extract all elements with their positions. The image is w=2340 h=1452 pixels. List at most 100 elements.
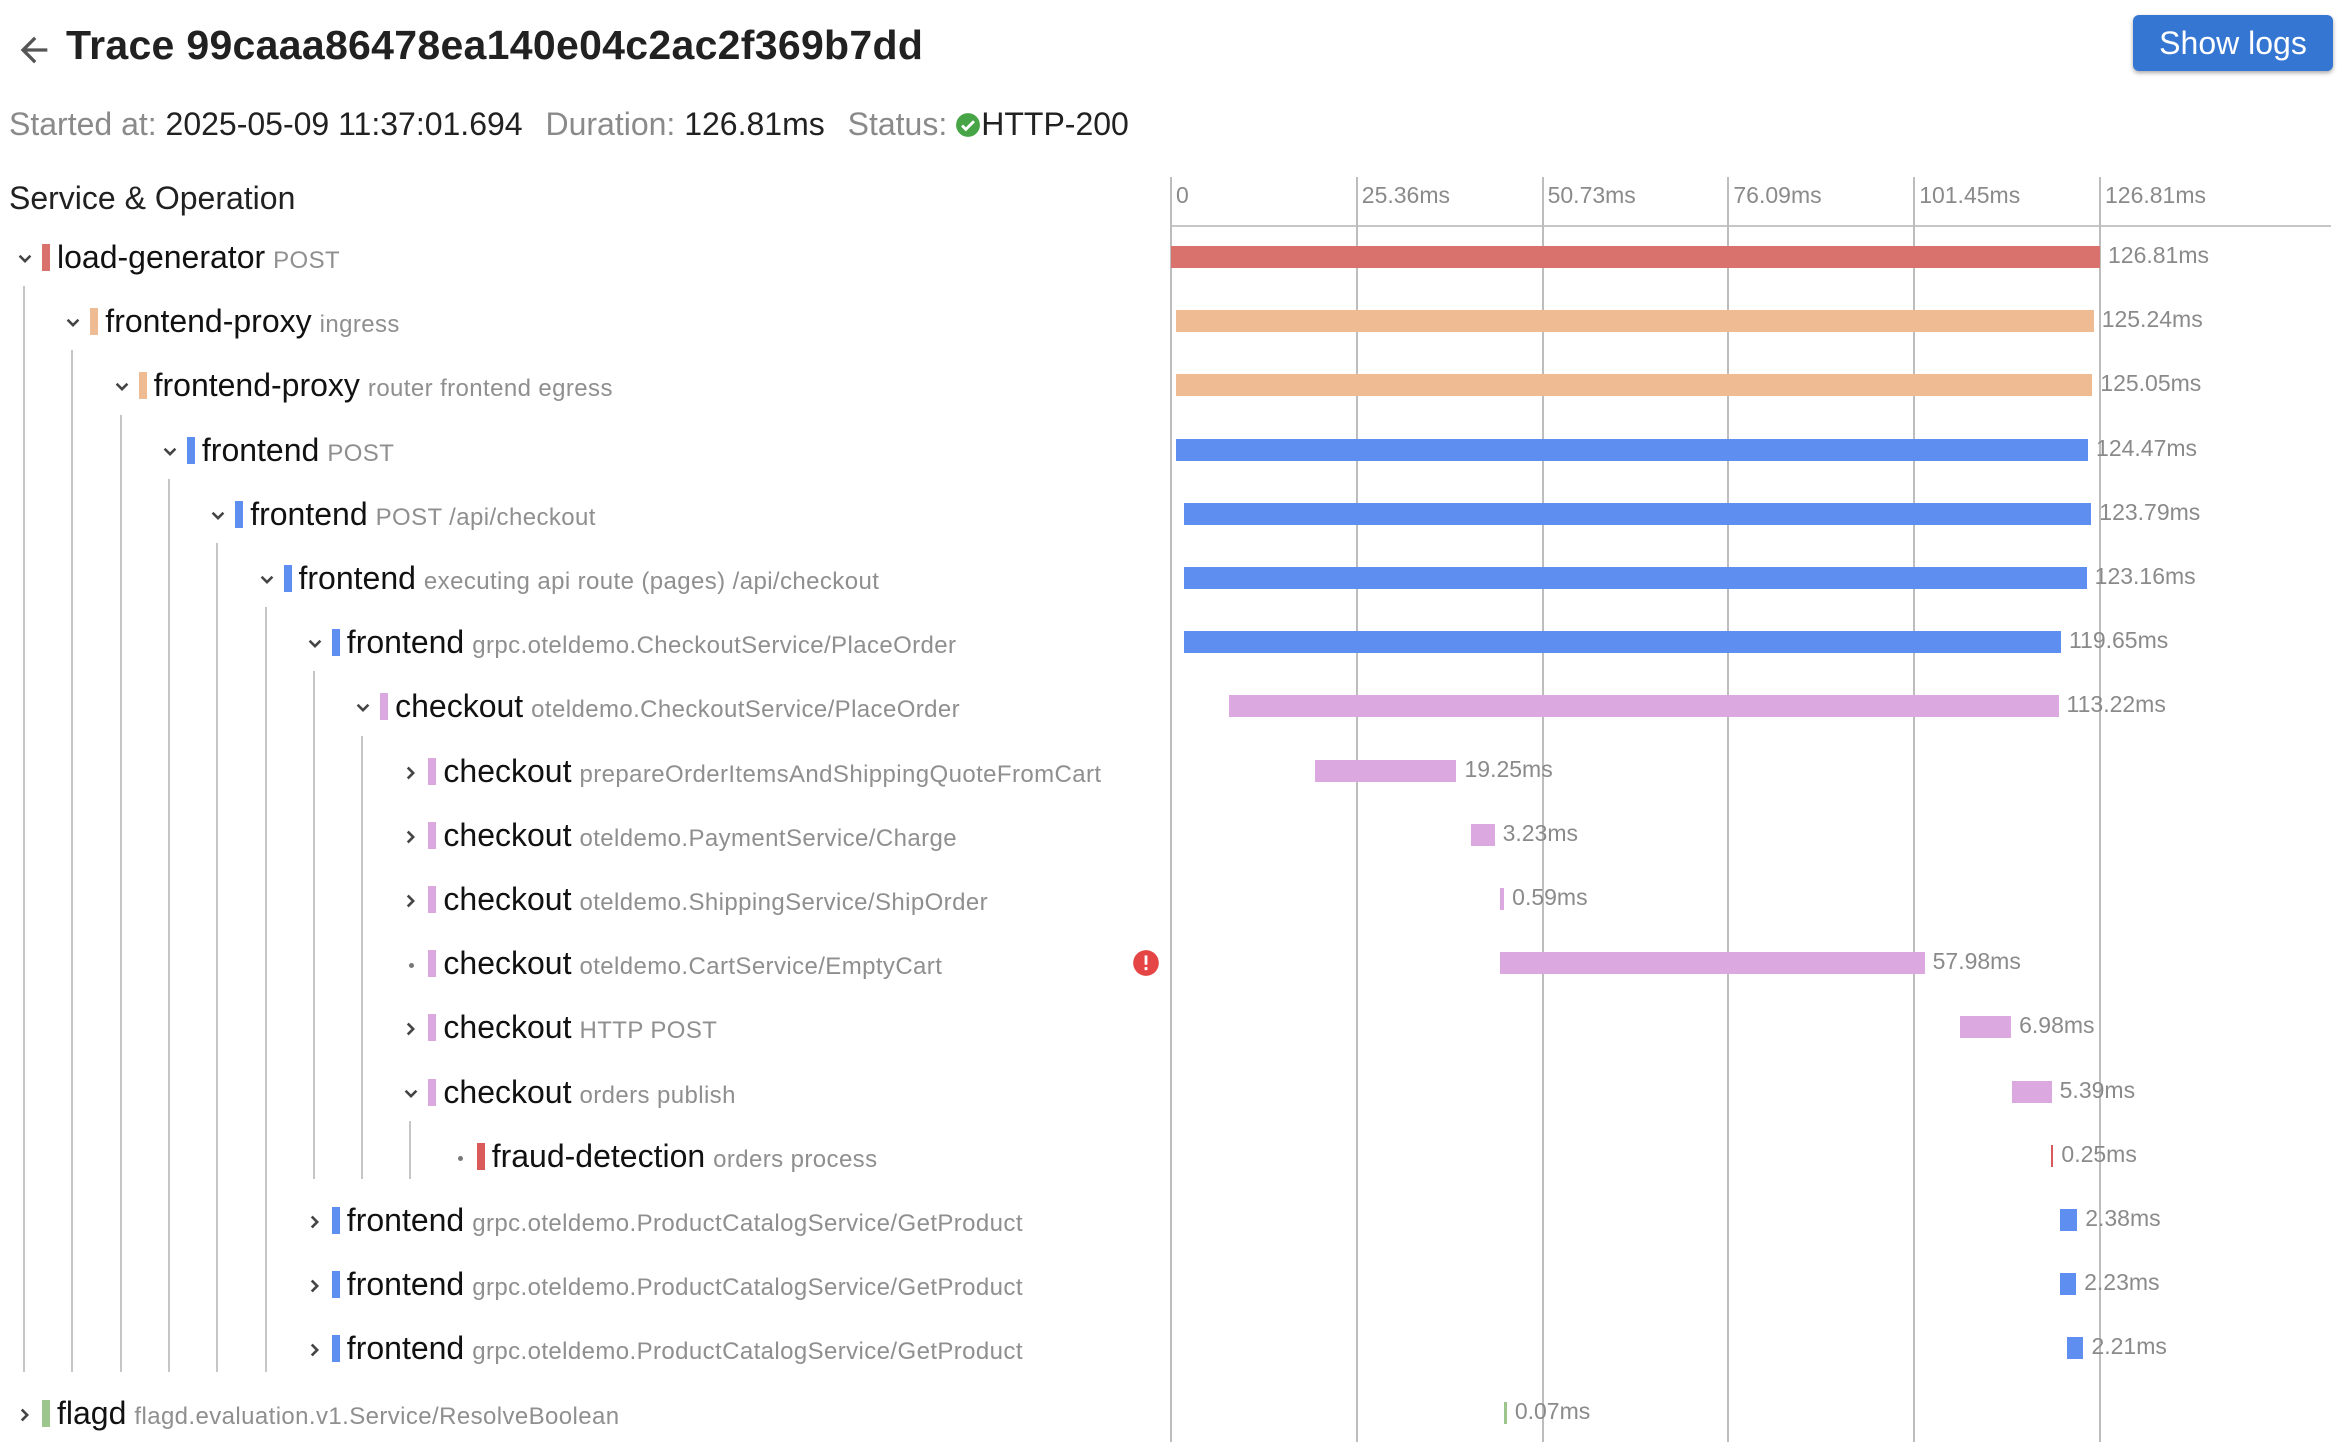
- service-label: checkout: [395, 688, 524, 725]
- span-duration-label: 0.07ms: [1514, 1397, 1591, 1424]
- chevron-right-icon[interactable]: [398, 824, 424, 850]
- chevron-down-icon[interactable]: [205, 503, 231, 529]
- span-row[interactable]: frontend grpc.oteldemo.CheckoutService/Pl…: [0, 611, 1160, 673]
- timeline-tick-label: 101.45ms: [1919, 182, 2021, 208]
- span-row[interactable]: frontend grpc.oteldemo.ProductCatalogServ…: [0, 1253, 1160, 1315]
- span-row[interactable]: flagd flagd.evaluation.v1.Service/Resolve…: [0, 1382, 1160, 1444]
- chevron-down-icon[interactable]: [350, 695, 376, 721]
- operation-name: executing api route (pages) /api/checkou…: [423, 568, 880, 595]
- span-row[interactable]: checkout oteldemo.ShippingService/ShipOrd…: [0, 868, 1160, 930]
- chevron-right-icon[interactable]: [12, 1402, 38, 1428]
- span-bar[interactable]: [1960, 1016, 2012, 1039]
- service-name: checkout oteldemo.PaymentService/Charge: [443, 817, 957, 854]
- span-bar[interactable]: [1176, 438, 2089, 461]
- service-color-marker: [235, 500, 244, 528]
- chevron-right-icon[interactable]: [398, 888, 424, 914]
- span-bar[interactable]: [1315, 759, 1457, 782]
- span-row[interactable]: frontend-proxy ingress: [0, 290, 1160, 352]
- operation-name: oteldemo.CartService/EmptyCart: [579, 953, 943, 981]
- service-label: frontend: [346, 1266, 465, 1303]
- chevron-down-icon[interactable]: [157, 439, 183, 465]
- span-duration-label: 3.23ms: [1502, 819, 1579, 846]
- span-duration-label: 0.25ms: [2061, 1140, 2137, 1167]
- operation-name: orders publish: [579, 1081, 736, 1109]
- chevron-down-icon[interactable]: [12, 246, 38, 272]
- service-name: fraud-detection orders process: [492, 1138, 878, 1175]
- span-row[interactable]: frontend POST /api/checkout: [0, 483, 1160, 545]
- span-row[interactable]: frontend-proxy router frontend egress: [0, 354, 1160, 416]
- span-duration-label: 2.21ms: [2091, 1333, 2167, 1360]
- span-row[interactable]: frontend grpc.oteldemo.ProductCatalogServ…: [0, 1317, 1160, 1379]
- operation-name: POST /api/checkout: [375, 503, 596, 531]
- span-row[interactable]: checkout oteldemo.PaymentService/Charge: [0, 804, 1160, 866]
- span-bar[interactable]: [1171, 246, 2100, 268]
- chevron-right-icon[interactable]: [302, 1273, 328, 1299]
- chevron-down-icon[interactable]: [254, 567, 280, 593]
- span-duration-label: 125.05ms: [2100, 370, 2202, 397]
- service-operation-header: Service & Operation: [9, 180, 296, 216]
- back-arrow-icon[interactable]: [14, 30, 54, 70]
- service-name: frontend-proxy ingress: [105, 303, 400, 340]
- chevron-down-icon[interactable]: [302, 631, 328, 657]
- span-row[interactable]: frontend POST: [0, 419, 1160, 481]
- service-color-marker: [428, 950, 437, 978]
- leaf-bullet: [409, 963, 415, 969]
- service-name: checkout prepareOrderItemsAndShippingQuot…: [443, 753, 1101, 790]
- span-row[interactable]: frontend executing api route (pages) /api…: [0, 547, 1160, 609]
- chevron-down-icon[interactable]: [398, 1081, 424, 1107]
- span-bar[interactable]: [1176, 374, 2093, 397]
- service-color-marker: [428, 757, 437, 785]
- chevron-right-icon[interactable]: [398, 1016, 424, 1042]
- service-label: flagd: [57, 1394, 127, 1431]
- span-bar[interactable]: [2067, 1337, 2084, 1360]
- operation-name: router frontend egress: [367, 375, 613, 403]
- span-bar[interactable]: [1470, 823, 1495, 846]
- span-row[interactable]: checkout prepareOrderItemsAndShippingQuot…: [0, 740, 1160, 802]
- service-color-marker: [428, 1014, 437, 1042]
- service-name: frontend POST: [202, 432, 394, 469]
- service-label: frontend: [298, 560, 416, 596]
- span-bar[interactable]: [2059, 1209, 2078, 1231]
- span-duration-label: 2.23ms: [2084, 1269, 2160, 1296]
- span-row[interactable]: checkout oteldemo.CheckoutService/PlaceOr…: [0, 675, 1160, 737]
- operation-name: oteldemo.CheckoutService/PlaceOrder: [531, 696, 961, 724]
- service-color-marker: [331, 1271, 340, 1299]
- service-label: checkout: [443, 752, 572, 789]
- span-bar[interactable]: [2050, 1144, 2054, 1167]
- span-bar[interactable]: [2012, 1080, 2052, 1103]
- span-bar[interactable]: [1176, 310, 2094, 333]
- span-bar[interactable]: [1499, 952, 1925, 975]
- span-row[interactable]: frontend grpc.oteldemo.ProductCatalogServ…: [0, 1189, 1160, 1251]
- show-logs-button[interactable]: Show logs: [2133, 15, 2333, 71]
- service-color-marker: [331, 1335, 340, 1363]
- error-icon: [1133, 950, 1159, 977]
- chevron-right-icon[interactable]: [302, 1337, 328, 1363]
- span-row[interactable]: fraud-detection orders process: [0, 1125, 1160, 1187]
- timeline-gridline: [1541, 177, 1544, 1442]
- span-duration-label: 125.24ms: [2101, 306, 2203, 333]
- timeline-tick-label: 0: [1176, 182, 1189, 208]
- span-bar[interactable]: [1499, 888, 1505, 910]
- operation-name: oteldemo.ShippingService/ShipOrder: [579, 889, 988, 916]
- span-bar[interactable]: [1504, 1401, 1507, 1424]
- service-name: frontend grpc.oteldemo.ProductCatalogServ…: [347, 1202, 1023, 1239]
- service-name: frontend grpc.oteldemo.ProductCatalogServ…: [347, 1266, 1023, 1303]
- chevron-down-icon[interactable]: [60, 310, 86, 336]
- span-row[interactable]: load-generator POST: [0, 226, 1160, 288]
- span-row[interactable]: checkout HTTP POST: [0, 996, 1160, 1058]
- chevron-right-icon[interactable]: [302, 1209, 328, 1235]
- span-row[interactable]: checkout oteldemo.CartService/EmptyCart: [0, 932, 1160, 994]
- service-label: frontend-proxy: [105, 303, 312, 340]
- span-bar[interactable]: [1184, 502, 2092, 525]
- operation-name: grpc.oteldemo.ProductCatalogService/GetP…: [472, 1210, 1023, 1237]
- service-color-marker: [476, 1142, 485, 1170]
- span-bar[interactable]: [1184, 631, 2061, 654]
- span-bar[interactable]: [1184, 567, 2087, 589]
- chevron-down-icon[interactable]: [109, 374, 135, 400]
- span-bar[interactable]: [2059, 1273, 2077, 1296]
- span-row[interactable]: checkout orders publish: [0, 1061, 1160, 1123]
- started-label: Started at:: [9, 106, 157, 142]
- timeline-tick-label: 126.81ms: [2105, 182, 2207, 208]
- chevron-right-icon[interactable]: [398, 760, 424, 786]
- span-bar[interactable]: [1229, 695, 2059, 718]
